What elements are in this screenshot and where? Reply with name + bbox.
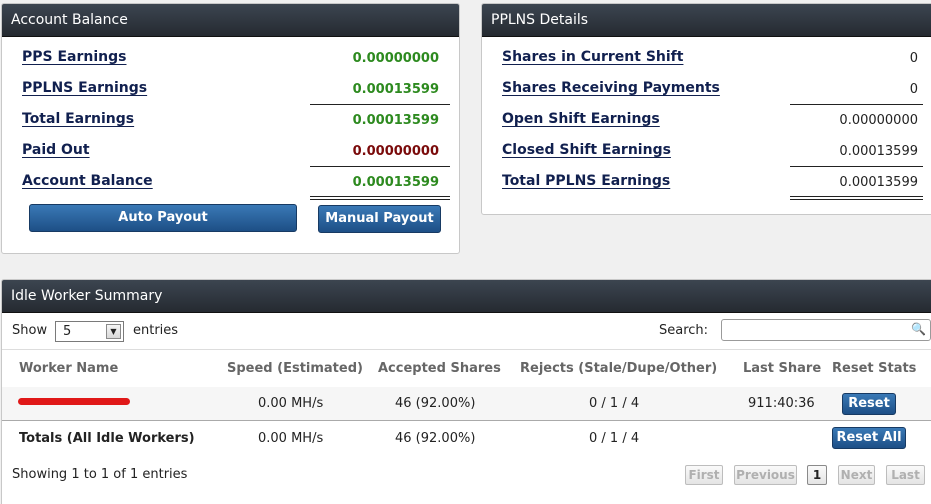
- col-reset-stats: Reset Stats: [832, 361, 917, 376]
- pagination-last[interactable]: Last: [886, 465, 925, 485]
- total-earnings-value: 0.00013599: [352, 113, 439, 128]
- balance-double-underline: [310, 196, 450, 200]
- total-pplns-earnings-link[interactable]: Total PPLNS Earnings: [502, 173, 670, 189]
- totals-divider: [2, 420, 931, 421]
- reset-button[interactable]: Reset: [842, 393, 896, 415]
- total-pplns-earnings-row: Total PPLNS Earnings 0.00013599: [482, 161, 931, 192]
- entries-label: entries: [133, 323, 179, 338]
- closed-shift-earnings-value: 0.00013599: [839, 144, 918, 159]
- col-rejects[interactable]: Rejects (Stale/Dupe/Other): [520, 361, 717, 376]
- totals-speed: 0.00 MH/s: [258, 431, 324, 446]
- pplns-earnings-value: 0.00013599: [352, 82, 439, 97]
- totals-label: Totals (All Idle Workers): [19, 431, 195, 446]
- table-info: Showing 1 to 1 of 1 entries: [12, 467, 188, 482]
- pplns-details-title: PPLNS Details: [482, 4, 931, 37]
- open-shift-earnings-link[interactable]: Open Shift Earnings: [502, 111, 660, 127]
- pagination-current[interactable]: 1: [807, 465, 827, 485]
- account-balance-title: Account Balance: [2, 4, 459, 37]
- search-label: Search:: [659, 323, 709, 338]
- total-pplns-earnings-value: 0.00013599: [839, 175, 918, 190]
- shares-receiving-payments-row: Shares Receiving Payments 0: [482, 68, 931, 99]
- redacted-worker-name: [18, 398, 130, 405]
- search-input[interactable]: 🔍: [721, 319, 931, 341]
- account-balance-row: Account Balance 0.00013599: [2, 161, 459, 192]
- table-top-divider: [2, 349, 931, 350]
- worker-speed: 0.00 MH/s: [258, 396, 324, 411]
- totals-accepted: 46 (92.00%): [395, 431, 476, 446]
- open-shift-earnings-value: 0.00000000: [839, 113, 918, 128]
- pagination-previous[interactable]: Previous: [734, 465, 797, 485]
- entries-per-page-value: 5: [63, 324, 72, 339]
- reset-all-button[interactable]: Reset All: [832, 427, 906, 449]
- paid-out-value: 0.00000000: [352, 144, 439, 159]
- account-balance-panel: Account Balance PPS Earnings 0.00000000 …: [1, 3, 460, 254]
- pplns-earnings-link[interactable]: PPLNS Earnings: [22, 80, 147, 96]
- account-balance-value: 0.00013599: [352, 175, 439, 190]
- col-worker-name[interactable]: Worker Name: [19, 361, 118, 376]
- pps-earnings-value: 0.00000000: [352, 51, 439, 66]
- shares-current-shift-row: Shares in Current Shift 0: [482, 37, 931, 68]
- col-speed[interactable]: Speed (Estimated): [227, 361, 363, 376]
- totals-rejects: 0 / 1 / 4: [589, 431, 640, 446]
- pps-earnings-row: PPS Earnings 0.00000000: [2, 37, 459, 68]
- idle-worker-summary-panel: Idle Worker Summary Show 5 ▼ entries Sea…: [1, 279, 931, 504]
- worker-last-share: 911:40:36: [748, 396, 815, 411]
- col-last-share[interactable]: Last Share: [743, 361, 821, 376]
- pplns-details-panel: PPLNS Details Shares in Current Shift 0 …: [481, 3, 931, 215]
- manual-payout-button[interactable]: Manual Payout: [318, 205, 441, 233]
- account-balance-link[interactable]: Account Balance: [22, 173, 153, 189]
- shares-current-shift-link[interactable]: Shares in Current Shift: [502, 49, 683, 65]
- pagination-first[interactable]: First: [685, 465, 723, 485]
- pplns-double-underline: [790, 196, 923, 200]
- worker-rejects: 0 / 1 / 4: [589, 396, 640, 411]
- shares-receiving-payments-value: 0: [909, 82, 918, 97]
- closed-shift-earnings-link[interactable]: Closed Shift Earnings: [502, 142, 671, 158]
- pplns-earnings-row: PPLNS Earnings 0.00013599: [2, 68, 459, 99]
- auto-payout-button[interactable]: Auto Payout: [29, 204, 297, 232]
- paid-out-row: Paid Out 0.00000000: [2, 130, 459, 161]
- worker-accepted: 46 (92.00%): [395, 396, 476, 411]
- pps-earnings-link[interactable]: PPS Earnings: [22, 49, 126, 65]
- idle-worker-summary-title: Idle Worker Summary: [2, 280, 931, 313]
- paid-out-link[interactable]: Paid Out: [22, 142, 90, 158]
- pagination-next[interactable]: Next: [838, 465, 875, 485]
- show-label: Show: [12, 323, 48, 338]
- table-row: 0.00 MH/s 46 (92.00%) 0 / 1 / 4 911:40:3…: [2, 387, 931, 421]
- total-earnings-link[interactable]: Total Earnings: [22, 111, 134, 127]
- entries-per-page-select[interactable]: 5 ▼: [55, 321, 124, 342]
- shares-current-shift-value: 0: [909, 51, 918, 66]
- closed-shift-earnings-row: Closed Shift Earnings 0.00013599: [482, 130, 931, 161]
- shares-receiving-payments-link[interactable]: Shares Receiving Payments: [502, 80, 720, 96]
- chevron-down-icon: ▼: [106, 324, 121, 339]
- col-accepted-shares[interactable]: Accepted Shares: [378, 361, 501, 376]
- total-earnings-row: Total Earnings 0.00013599: [2, 99, 459, 130]
- search-icon: 🔍: [911, 322, 926, 336]
- open-shift-earnings-row: Open Shift Earnings 0.00000000: [482, 99, 931, 130]
- totals-row: Totals (All Idle Workers) 0.00 MH/s 46 (…: [2, 422, 931, 456]
